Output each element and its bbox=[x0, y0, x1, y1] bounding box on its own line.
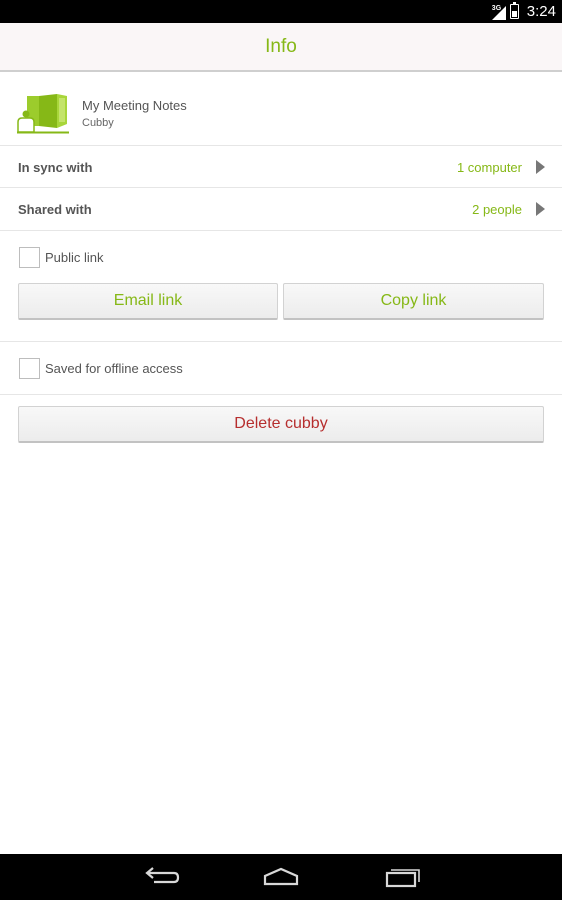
signal-icon: 3G bbox=[491, 4, 506, 20]
title-bar: Info bbox=[0, 23, 562, 72]
item-name: My Meeting Notes bbox=[82, 98, 187, 113]
offline-checkbox[interactable] bbox=[19, 358, 40, 379]
row-in-sync[interactable]: In sync with 1 computer bbox=[0, 146, 562, 188]
item-type: Cubby bbox=[82, 117, 114, 129]
status-bar: 3G 3:24 bbox=[0, 0, 562, 23]
public-link-checkbox[interactable] bbox=[19, 247, 40, 268]
row-shared-with[interactable]: Shared with 2 people bbox=[0, 188, 562, 231]
page-title: Info bbox=[265, 35, 297, 57]
divider bbox=[0, 341, 562, 342]
email-link-button[interactable]: Email link bbox=[18, 283, 278, 320]
clock: 3:24 bbox=[526, 3, 556, 20]
navigation-bar bbox=[0, 854, 562, 900]
cubby-folder-icon bbox=[17, 94, 69, 134]
row-label: In sync with bbox=[18, 160, 93, 175]
public-link-label: Public link bbox=[45, 250, 104, 265]
offline-label: Saved for offline access bbox=[45, 361, 183, 376]
divider bbox=[0, 394, 562, 395]
row-value: 1 computer bbox=[456, 160, 522, 175]
delete-cubby-button[interactable]: Delete cubby bbox=[18, 406, 544, 443]
chevron-right-icon bbox=[536, 160, 545, 174]
back-icon[interactable] bbox=[142, 864, 182, 890]
recents-icon[interactable] bbox=[381, 864, 421, 890]
chevron-right-icon bbox=[536, 202, 545, 216]
row-label: Shared with bbox=[18, 202, 92, 217]
status-icons: 3G 3:24 bbox=[491, 0, 556, 23]
home-icon[interactable] bbox=[261, 864, 301, 890]
battery-icon bbox=[509, 2, 519, 19]
row-value: 2 people bbox=[472, 202, 522, 217]
screen: 3G 3:24 Info My Meeting Notes Cubby In s… bbox=[0, 0, 562, 900]
copy-link-button[interactable]: Copy link bbox=[283, 283, 544, 320]
